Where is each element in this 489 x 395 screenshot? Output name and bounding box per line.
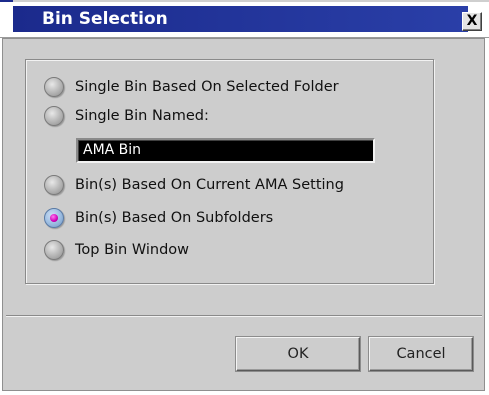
radio-dot-icon	[50, 214, 58, 222]
option-label: Bin(s) Based On Subfolders	[75, 210, 274, 226]
button-separator	[6, 315, 482, 317]
bin-name-input[interactable]: AMA Bin	[76, 138, 375, 163]
option-bins-current-ama-setting[interactable]: Bin(s) Based On Current AMA Setting	[44, 174, 344, 196]
option-single-bin-selected-folder[interactable]: Single Bin Based On Selected Folder	[44, 76, 339, 98]
close-icon: X	[466, 13, 478, 29]
cancel-button[interactable]: Cancel	[369, 337, 473, 371]
close-button[interactable]: X	[462, 12, 482, 31]
option-label: Bin(s) Based On Current AMA Setting	[75, 177, 344, 193]
radio-unchecked-icon[interactable]	[44, 240, 64, 260]
radio-unchecked-icon[interactable]	[44, 106, 64, 126]
radio-checked-icon[interactable]	[44, 208, 64, 228]
option-label: Single Bin Named:	[75, 108, 209, 124]
radio-unchecked-icon[interactable]	[44, 77, 64, 97]
option-bins-subfolders[interactable]: Bin(s) Based On Subfolders	[44, 207, 273, 229]
option-top-bin-window[interactable]: Top Bin Window	[44, 239, 189, 261]
bin-selection-dialog: Bin Selection X Single Bin Based On Sele…	[0, 0, 489, 395]
ok-button[interactable]: OK	[236, 337, 360, 371]
option-label: Top Bin Window	[75, 242, 190, 258]
dialog-title: Bin Selection	[13, 6, 468, 32]
option-label: Single Bin Based On Selected Folder	[75, 79, 339, 95]
option-single-bin-named[interactable]: Single Bin Named:	[44, 105, 209, 127]
title-accent-line	[0, 0, 489, 2]
radio-unchecked-icon[interactable]	[44, 175, 64, 195]
title-bar[interactable]: Bin Selection X	[0, 0, 489, 38]
